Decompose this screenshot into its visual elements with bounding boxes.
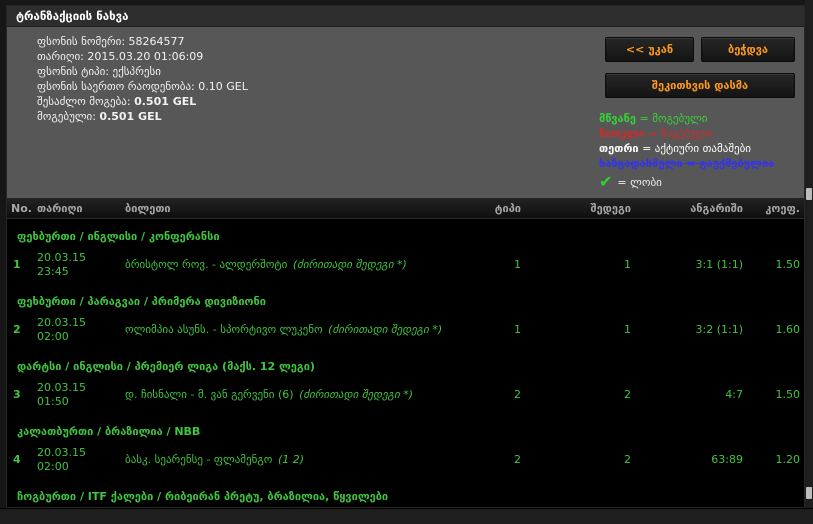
bets-table-header: No. თარიღი ბილეთი ტიპი შედეგი ანგარიში კ… — [7, 198, 804, 219]
table-row: 3 20.03.15 01:50 დ. ჩისნალი - მ. ვან გერ… — [7, 375, 804, 414]
detail-row-won: მოგებული: 0.501 GEL — [37, 109, 248, 124]
bet-score: 3:1 (1:1) — [635, 258, 747, 272]
bet-result: 1 — [525, 258, 635, 272]
detail-label: მოგებული: — [37, 110, 96, 123]
checkmark-icon: ✔ — [599, 174, 612, 190]
detail-row-date: თარიღი: 2015.03.20 01:06:09 — [37, 49, 248, 64]
back-button[interactable]: << უკან — [605, 37, 694, 62]
category-label: ფეხბურთი / ინგლისი / კონფერანსი — [17, 230, 220, 243]
window-bottom-frame — [0, 508, 813, 524]
bet-match: ოლიმპია ასუნს. - სპორტივო ლუკენო — [125, 323, 326, 336]
bet-score: 4:7 — [635, 388, 747, 402]
transaction-details: ფსონის ნომერი: 58264577 თარიღი: 2015.03.… — [37, 34, 248, 124]
detail-label: ფსონის ტიპი: — [37, 65, 109, 78]
col-header-no: No. — [7, 202, 33, 215]
bet-result: 1 — [525, 323, 635, 337]
bet-date: 20.03.15 02:00 — [33, 316, 121, 344]
scrollbar-mark[interactable] — [806, 487, 812, 499]
bet-market: (1 2) — [278, 453, 304, 466]
detail-row-total-amount: ფსონის საერთო რაოდენობა: 0.10 GEL — [37, 79, 248, 94]
bet-market: (ძირითადი შედეგი *) — [299, 388, 413, 401]
bet-match: ბრისტოლ როვ. - ალდერშოტი — [125, 258, 291, 271]
detail-value: 58264577 — [129, 35, 185, 48]
bets-table-body: ფეხბურთი / ინგლისი / კონფერანსი 1 20.03.… — [7, 219, 804, 508]
category-label: ფეხბურთი / პარაგვაი / პრიმერა დივიზიონი — [17, 295, 266, 308]
bets-table: No. თარიღი ბილეთი ტიპი შედეგი ანგარიში კ… — [7, 198, 804, 508]
category-header-row: ფეხბურთი / პარაგვაი / პრიმერა დივიზიონი — [7, 284, 804, 310]
detail-value: 0.501 GEL — [99, 110, 161, 123]
scrollbar-thumb[interactable] — [806, 188, 812, 200]
category-label: კალათბურთი / ბრაზილია / NBB — [17, 425, 200, 438]
bet-market: (ძირითადი შედეგი *) — [293, 258, 407, 271]
bet-coef: 1.60 — [747, 323, 804, 337]
bet-no: 1 — [7, 258, 33, 272]
print-button[interactable]: ბეჭდვა — [701, 37, 795, 62]
window-title: ტრანზაქციის ნახვა — [7, 6, 804, 27]
bet-coef: 1.50 — [747, 258, 804, 272]
bet-ticket: დ. ჩისნალი - მ. ვან გერვენი (6) (ძირითად… — [121, 388, 463, 402]
bet-type: 2 — [463, 453, 525, 467]
table-row: 4 20.03.15 02:00 ბასკ. სეარენსე - ფლამენ… — [7, 440, 804, 479]
category-header-row: დარტსი / ინგლისი / პრემიერ ლიგა (მაქს. 1… — [7, 349, 804, 375]
status-legend: მწვანე = მოგებული წითელი = წაგებული თეთრ… — [599, 111, 774, 190]
col-header-type: ტიპი — [463, 202, 525, 215]
bet-score: 3:2 (1:1) — [635, 323, 747, 337]
bet-no: 4 — [7, 453, 33, 467]
col-header-coef: კოეფ. — [747, 202, 804, 215]
detail-label: შესაძლო მოგება: — [37, 95, 131, 108]
scrollbar-track[interactable] — [805, 0, 813, 524]
transaction-summary-panel: ფსონის ნომერი: 58264577 თარიღი: 2015.03.… — [7, 27, 804, 198]
legend-item-lobby: ✔ = ლობი — [599, 174, 774, 190]
detail-row-bet-number: ფსონის ნომერი: 58264577 — [37, 34, 248, 49]
col-header-result: შედეგი — [525, 202, 635, 215]
bet-match: ბასკ. სეარენსე - ფლამენგო — [125, 453, 276, 466]
detail-label: ფსონის ნომერი: — [37, 35, 125, 48]
bet-no: 3 — [7, 388, 33, 402]
bet-date: 20.03.15 02:00 — [33, 446, 121, 474]
table-row: 2 20.03.15 02:00 ოლიმპია ასუნს. - სპორტი… — [7, 310, 804, 349]
bet-date: 20.03.15 23:45 — [33, 251, 121, 279]
category-label: დარტსი / ინგლისი / პრემიერ ლიგა (მაქს. 1… — [17, 360, 315, 373]
bet-ticket: ოლიმპია ასუნს. - სპორტივო ლუკენო (ძირითა… — [121, 323, 463, 337]
detail-row-possible-win: შესაძლო მოგება: 0.501 GEL — [37, 94, 248, 109]
detail-value: 0.501 GEL — [134, 95, 196, 108]
legend-item-lost: წითელი = წაგებული — [599, 126, 774, 141]
col-header-score: ანგარიში — [635, 202, 747, 215]
bet-coef: 1.20 — [747, 453, 804, 467]
ask-question-button[interactable]: შეკითხვის დასმა — [605, 73, 795, 98]
bet-type: 1 — [463, 258, 525, 272]
bet-result: 2 — [525, 388, 635, 402]
legend-item-won: მწვანე = მოგებული — [599, 111, 774, 126]
legend-item-cancelled: ხაზგადასმული = გაუქმებულია — [599, 156, 774, 171]
category-label: ჩოგბურთი / ITF ქალები / რიბეირან პრეტუ, … — [17, 490, 388, 503]
bet-ticket: ბრისტოლ როვ. - ალდერშოტი (ძირითადი შედეგ… — [121, 258, 463, 272]
detail-row-bet-type: ფსონის ტიპი: ექსპრესი — [37, 64, 248, 79]
legend-item-active: თეთრი = აქტიური თამაშები — [599, 141, 774, 156]
transaction-view-window: ტრანზაქციის ნახვა ფსონის ნომერი: 5826457… — [6, 5, 805, 508]
bet-no: 2 — [7, 323, 33, 337]
bet-result: 2 — [525, 453, 635, 467]
bet-type: 1 — [463, 323, 525, 337]
bet-coef: 1.50 — [747, 388, 804, 402]
bet-date: 20.03.15 01:50 — [33, 381, 121, 409]
category-header-row: ჩოგბურთი / ITF ქალები / რიბეირან პრეტუ, … — [7, 479, 804, 505]
detail-value: ექსპრესი — [113, 65, 161, 78]
bet-ticket: ბასკ. სეარენსე - ფლამენგო (1 2) — [121, 453, 463, 467]
bet-type: 2 — [463, 388, 525, 402]
detail-label: ფსონის საერთო რაოდენობა: — [37, 80, 195, 93]
category-header-row: კალათბურთი / ბრაზილია / NBB — [7, 414, 804, 440]
detail-value: 2015.03.20 01:06:09 — [87, 50, 203, 63]
col-header-date: თარიღი — [33, 202, 121, 215]
col-header-ticket: ბილეთი — [121, 202, 463, 215]
bet-score: 63:89 — [635, 453, 747, 467]
detail-label: თარიღი: — [37, 50, 84, 63]
table-row: 1 20.03.15 23:45 ბრისტოლ როვ. - ალდერშოტ… — [7, 245, 804, 284]
category-header-row: ფეხბურთი / ინგლისი / კონფერანსი — [7, 219, 804, 245]
bet-market: (ძირითადი შედეგი *) — [328, 323, 442, 336]
bet-match: დ. ჩისნალი - მ. ვან გერვენი (6) — [125, 388, 297, 401]
action-buttons: << უკან ბეჭდვა შეკითხვის დასმა — [605, 37, 795, 98]
detail-value: 0.10 GEL — [198, 80, 248, 93]
